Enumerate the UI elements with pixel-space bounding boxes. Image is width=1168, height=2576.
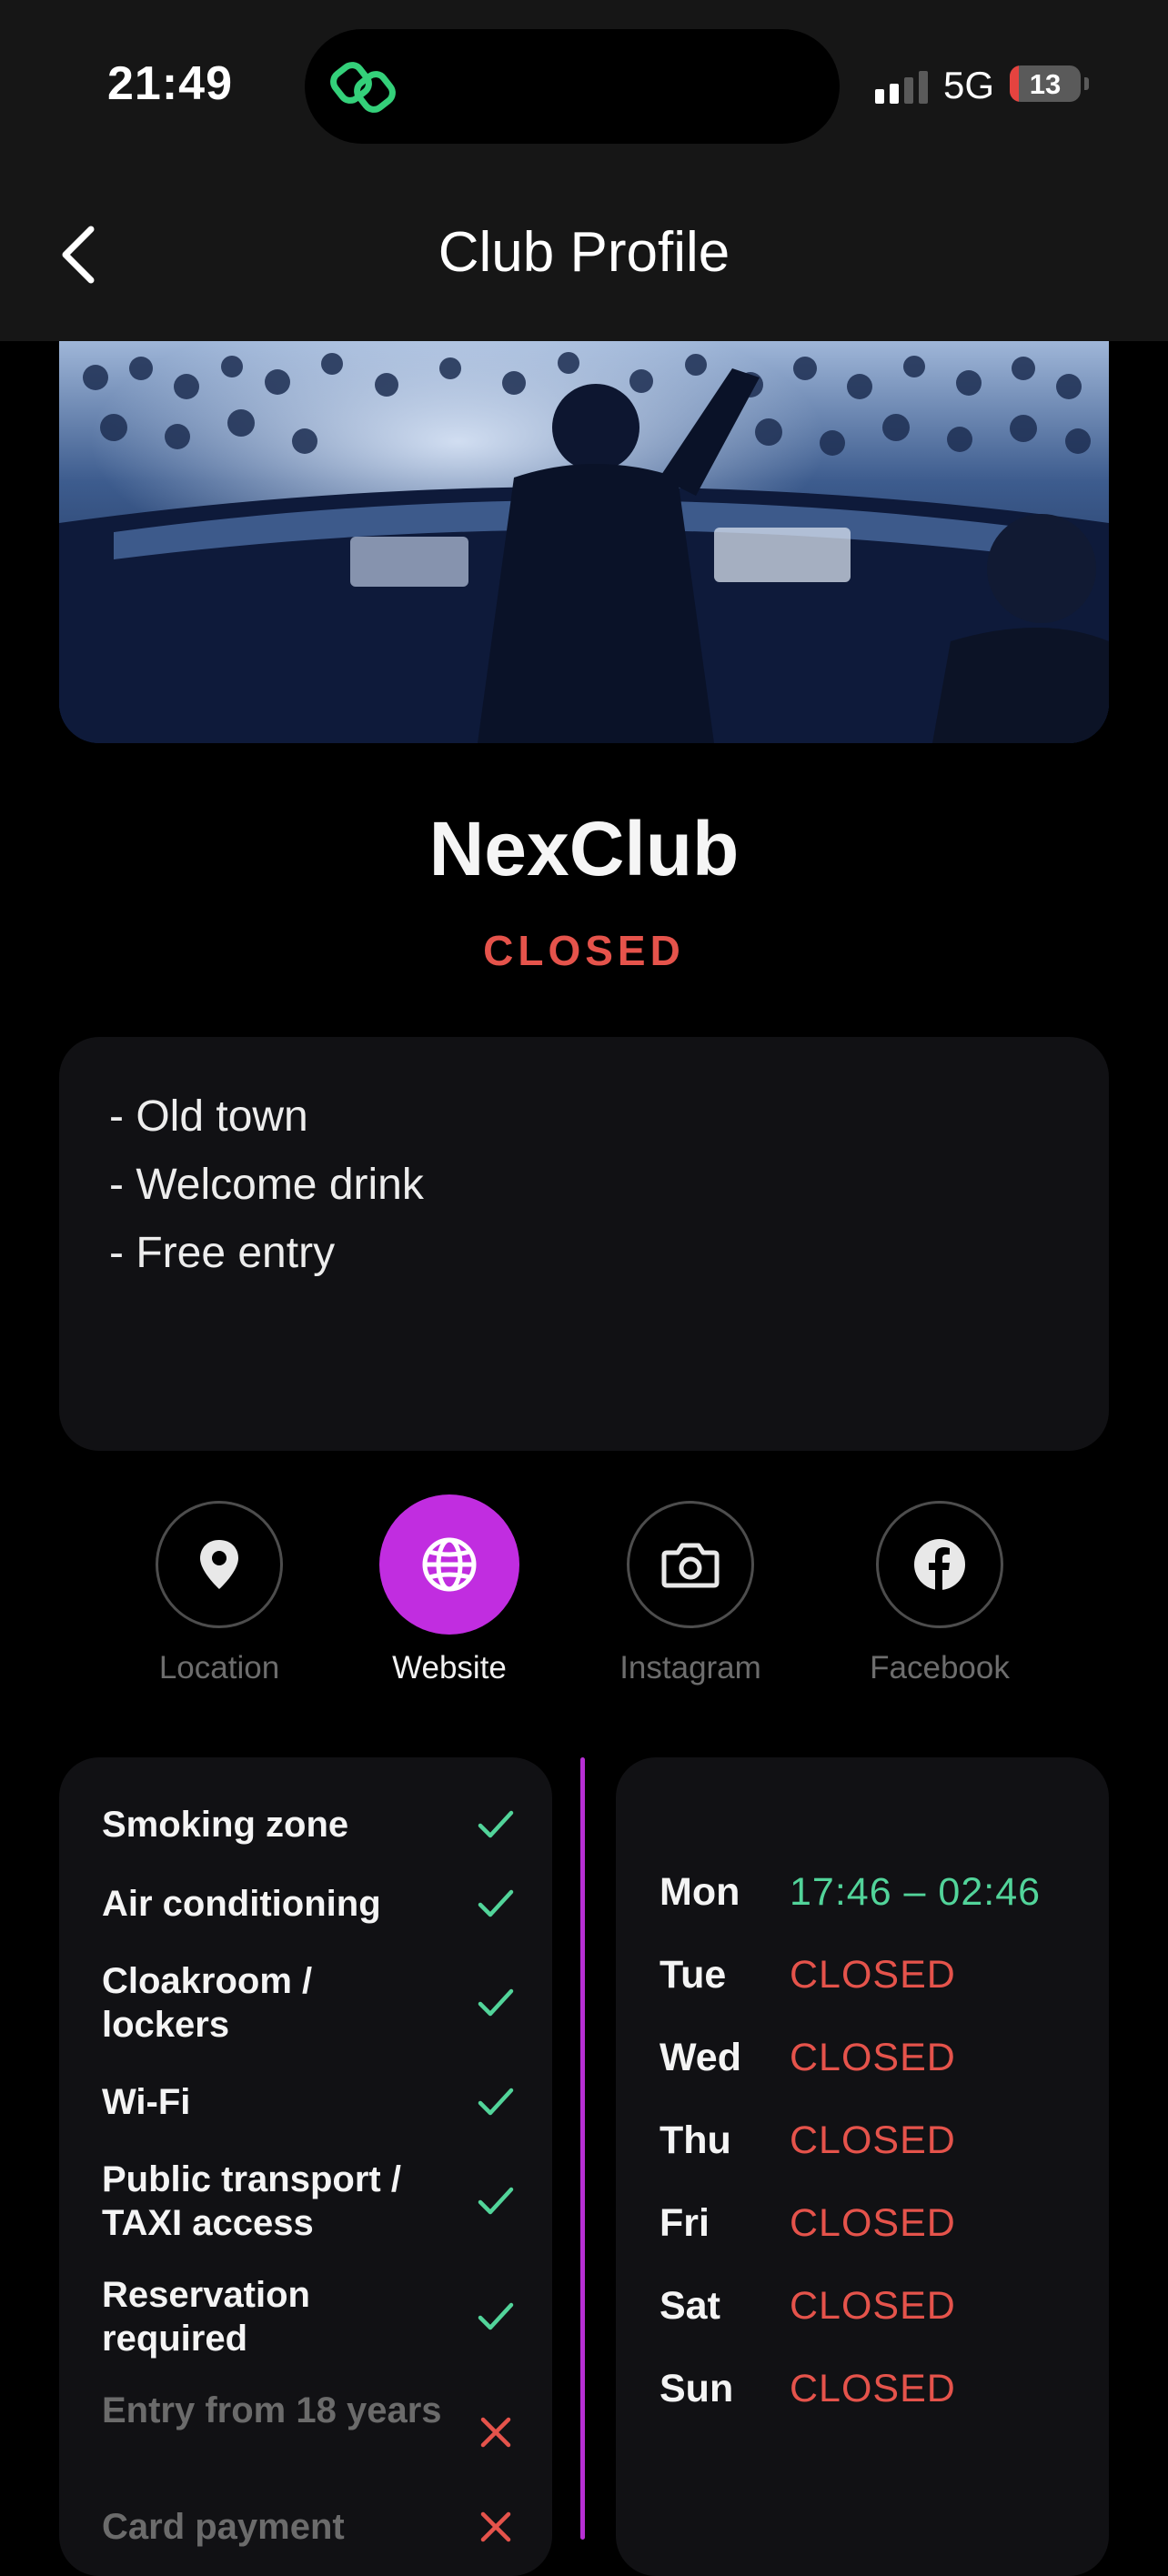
hours-day: Wed bbox=[660, 2036, 741, 2079]
cross-icon bbox=[480, 2511, 511, 2542]
facebook-button[interactable]: Facebook bbox=[849, 1501, 1031, 1686]
hours-value: CLOSED bbox=[790, 2036, 956, 2079]
facebook-label: Facebook bbox=[870, 1650, 1010, 1685]
battery-level: 13 bbox=[1029, 68, 1062, 100]
instagram-button-circle bbox=[627, 1501, 754, 1628]
cellular-signal-icon bbox=[875, 69, 928, 104]
description-card: - Old town - Welcome drink - Free entry bbox=[59, 1037, 1109, 1451]
section-divider bbox=[580, 1757, 585, 2540]
website-button-circle bbox=[379, 1494, 519, 1635]
status-time: 21:49 bbox=[107, 57, 233, 110]
nav-bar: Club Profile bbox=[0, 173, 1168, 341]
signal-bar bbox=[875, 89, 884, 104]
hours-value: CLOSED bbox=[790, 2118, 956, 2162]
amenity-label: Card payment bbox=[102, 2507, 345, 2547]
club-status-badge: CLOSED bbox=[483, 927, 685, 974]
check-icon bbox=[478, 2187, 514, 2215]
globe-icon bbox=[422, 1537, 477, 1592]
hours-day: Thu bbox=[660, 2118, 731, 2162]
description-line: - Welcome drink bbox=[109, 1161, 424, 1209]
location-button-circle bbox=[156, 1501, 283, 1628]
signal-bar bbox=[904, 77, 913, 104]
hours-value: CLOSED bbox=[790, 2284, 956, 2328]
signal-bar bbox=[919, 71, 928, 104]
amenity-label: Air conditioning bbox=[102, 1884, 381, 1924]
battery-icon: 13 bbox=[1010, 65, 1081, 102]
map-pin-icon bbox=[200, 1540, 238, 1589]
camera-icon bbox=[661, 1543, 720, 1588]
website-label: Website bbox=[392, 1650, 507, 1685]
location-button[interactable]: Location bbox=[128, 1501, 310, 1686]
instagram-label: Instagram bbox=[619, 1650, 761, 1685]
instagram-button[interactable]: Instagram bbox=[599, 1501, 781, 1686]
battery-tip bbox=[1084, 77, 1089, 90]
check-icon bbox=[478, 1988, 514, 2017]
cross-icon bbox=[480, 2417, 511, 2448]
hours-value: CLOSED bbox=[790, 1953, 956, 1997]
check-icon bbox=[478, 2302, 514, 2330]
check-icon bbox=[478, 1810, 514, 1838]
amenity-label: Entry from 18 years bbox=[102, 2390, 442, 2430]
check-icon bbox=[478, 2088, 514, 2116]
description-line: - Old town bbox=[109, 1092, 308, 1141]
hours-day: Fri bbox=[660, 2201, 710, 2245]
hours-value: CLOSED bbox=[790, 2201, 956, 2245]
amenities-card: Smoking zone Air conditioning Cloakroom … bbox=[59, 1757, 552, 2576]
dynamic-island bbox=[305, 29, 840, 144]
hours-value: 17:46 – 02:46 bbox=[790, 1870, 1042, 1914]
club-name: NexClub bbox=[428, 806, 740, 891]
status-bar: 21:49 5G 13 bbox=[0, 0, 1168, 173]
location-label: Location bbox=[158, 1650, 280, 1685]
amenity-label: Wi-Fi bbox=[102, 2082, 191, 2122]
facebook-icon bbox=[914, 1539, 965, 1590]
check-icon bbox=[478, 1889, 514, 1917]
dj-stage-photo bbox=[59, 341, 1109, 743]
opening-hours-card: Mon 17:46 – 02:46 Tue CLOSED Wed CLOSED … bbox=[616, 1757, 1109, 2576]
amenity-label: Smoking zone bbox=[102, 1805, 349, 1845]
network-type: 5G bbox=[943, 64, 995, 106]
hours-day: Tue bbox=[660, 1953, 727, 1997]
hours-day: Sun bbox=[660, 2367, 734, 2410]
description-line: - Free entry bbox=[109, 1229, 336, 1277]
link-rings-icon bbox=[330, 62, 396, 113]
amenity-label: Cloakroom / lockers bbox=[102, 1961, 313, 2045]
signal-bar bbox=[890, 84, 899, 104]
facebook-button-circle bbox=[876, 1501, 1003, 1628]
hours-day: Sat bbox=[660, 2284, 720, 2328]
club-hero-image bbox=[59, 341, 1109, 743]
page-title: Club Profile bbox=[438, 221, 730, 284]
hours-day: Mon bbox=[660, 1870, 740, 1914]
amenity-label: Reservation required bbox=[102, 2275, 310, 2359]
amenity-label: Public transport / TAXI access bbox=[102, 2159, 401, 2243]
website-button[interactable]: Website bbox=[358, 1494, 540, 1686]
hours-value: CLOSED bbox=[790, 2367, 956, 2410]
